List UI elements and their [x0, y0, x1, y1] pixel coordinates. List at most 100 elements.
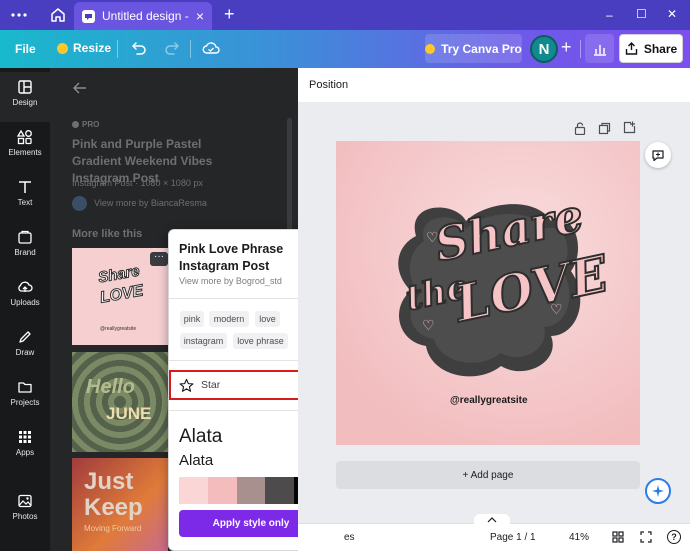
- popup-title: Pink Love Phrase Instagram Post: [179, 242, 284, 273]
- browser-tab[interactable]: Untitled design - In... ×: [74, 2, 212, 30]
- add-page-icon[interactable]: [623, 121, 636, 134]
- redo-icon[interactable]: [164, 40, 180, 56]
- avatar[interactable]: N: [530, 35, 558, 63]
- thumbnail-text: Just: [84, 468, 134, 495]
- undo-icon[interactable]: [131, 40, 147, 56]
- thumbnail-handle: @reallygreatsite: [100, 326, 137, 332]
- close-window-icon[interactable]: ✕: [667, 7, 677, 21]
- try-canva-pro-label: Try Canva Pro: [441, 41, 522, 56]
- thumbnail-text: Keep: [84, 494, 143, 521]
- author-link[interactable]: View more by BiancaResma: [94, 198, 207, 208]
- more-like-this-heading: More like this: [72, 228, 143, 240]
- sidebar-item-design[interactable]: Design: [0, 72, 50, 122]
- tag-chip[interactable]: instagram: [180, 333, 227, 349]
- maximize-icon[interactable]: ☐: [636, 7, 647, 21]
- crown-icon: [425, 43, 436, 54]
- page-indicator[interactable]: Page 1 / 1: [490, 532, 536, 543]
- tag-chip[interactable]: love phrase: [233, 333, 288, 349]
- thumbnail-text: JUNE: [106, 404, 152, 423]
- thumbnail-text: LOVE: [98, 282, 145, 307]
- notes-button[interactable]: es: [344, 532, 355, 543]
- duplicate-page-icon[interactable]: [598, 122, 611, 135]
- sidebar-item-label: Uploads: [10, 298, 40, 307]
- author-avatar: [72, 196, 87, 211]
- template-thumbnail-hello-june[interactable]: Hello JUNE: [72, 352, 168, 452]
- star-label: Star: [201, 379, 221, 391]
- grid-view-icon[interactable]: [612, 531, 624, 543]
- template-thumbnail-just-keep[interactable]: Just Keep Moving Forward: [72, 458, 168, 551]
- toolbar-divider: [117, 40, 118, 58]
- tab-close-icon[interactable]: ×: [196, 8, 204, 24]
- minimize-icon[interactable]: –: [606, 8, 613, 22]
- sidebar-item-label: Photos: [12, 512, 38, 521]
- canva-tab-icon: [82, 9, 95, 23]
- home-icon[interactable]: [50, 7, 66, 23]
- file-menu-button[interactable]: File: [15, 42, 36, 56]
- font-preview-subheading[interactable]: Alata: [179, 452, 213, 469]
- sidebar-item-label: Projects: [10, 398, 40, 407]
- sidebar-item-label: Draw: [15, 348, 35, 357]
- fullscreen-icon[interactable]: [640, 531, 652, 543]
- help-icon[interactable]: ?: [667, 530, 681, 544]
- color-swatch[interactable]: [236, 477, 266, 504]
- brand-icon: [18, 230, 32, 244]
- font-preview-heading[interactable]: Alata: [179, 426, 222, 448]
- avatar-initial: N: [538, 40, 550, 58]
- popup-author-link[interactable]: View more by Bogrod_std: [179, 276, 282, 286]
- try-canva-pro-button[interactable]: Try Canva Pro: [425, 34, 522, 63]
- magic-assistant-icon[interactable]: [645, 478, 671, 504]
- sidebar-item-label: Elements: [8, 148, 42, 157]
- color-swatch[interactable]: [265, 477, 295, 504]
- sidebar-item-photos[interactable]: Photos: [0, 486, 50, 536]
- heart-icon: ♡: [426, 229, 439, 245]
- resize-button[interactable]: Resize: [57, 41, 111, 55]
- add-page-label: + Add page: [462, 469, 514, 481]
- tag-chip[interactable]: love: [255, 311, 280, 327]
- cloud-saved-icon[interactable]: [202, 40, 220, 56]
- uploads-icon: [18, 281, 33, 292]
- design-handle[interactable]: @reallygreatsite: [450, 395, 528, 406]
- add-collaborator-icon[interactable]: +: [561, 37, 572, 58]
- share-button[interactable]: Share: [619, 34, 683, 63]
- photos-icon: [18, 494, 32, 508]
- sidebar-item-uploads[interactable]: Uploads: [0, 272, 50, 322]
- sidebar-item-text[interactable]: Text: [0, 172, 50, 222]
- tag-chip[interactable]: pink: [180, 311, 204, 327]
- lock-icon[interactable]: [574, 122, 586, 135]
- sidebar-item-apps[interactable]: Apps: [0, 422, 50, 472]
- insights-button[interactable]: [585, 34, 614, 63]
- back-arrow-icon[interactable]: [72, 81, 88, 95]
- new-tab-icon[interactable]: +: [224, 4, 235, 25]
- pro-badge: PRO: [72, 120, 99, 129]
- more-horizontal-icon[interactable]: [10, 9, 28, 21]
- bar-chart-icon: [593, 44, 606, 56]
- text-icon: [19, 181, 31, 193]
- thumbnail-text: Hello: [86, 376, 135, 398]
- context-toolbar: Position: [298, 68, 690, 102]
- sidebar-item-draw[interactable]: Draw: [0, 322, 50, 372]
- crown-icon: [72, 121, 79, 128]
- color-swatch[interactable]: [207, 477, 237, 504]
- sidebar-item-elements[interactable]: Elements: [0, 122, 50, 172]
- heart-icon: ♡: [550, 301, 563, 317]
- add-page-button[interactable]: + Add page: [336, 461, 640, 489]
- thumbnail-more-icon[interactable]: ···: [150, 252, 168, 266]
- sidebar-item-label: Brand: [14, 248, 36, 257]
- thumbnail-text: Moving Forward: [84, 524, 142, 533]
- tag-chip[interactable]: modern: [209, 311, 249, 327]
- position-button[interactable]: Position: [309, 79, 348, 91]
- collapse-pages-icon[interactable]: [474, 514, 510, 526]
- zoom-level[interactable]: 41%: [569, 532, 589, 543]
- resize-label: Resize: [73, 41, 112, 55]
- comment-icon[interactable]: [645, 142, 671, 168]
- design-icon: [18, 80, 32, 94]
- tab-title: Untitled design - In...: [102, 9, 189, 23]
- apps-icon: [19, 431, 31, 443]
- color-swatch[interactable]: [179, 477, 208, 504]
- sidebar-item-brand[interactable]: Brand: [0, 222, 50, 272]
- title-bar: Untitled design - In... × + – ☐ ✕: [0, 0, 690, 30]
- design-page[interactable]: Share the LOVE ♡ ♡ ♡ @reallygreatsite: [336, 141, 640, 445]
- sidebar-item-label: Apps: [15, 448, 35, 457]
- sidebar-item-projects[interactable]: Projects: [0, 372, 50, 422]
- elements-icon: [17, 129, 32, 145]
